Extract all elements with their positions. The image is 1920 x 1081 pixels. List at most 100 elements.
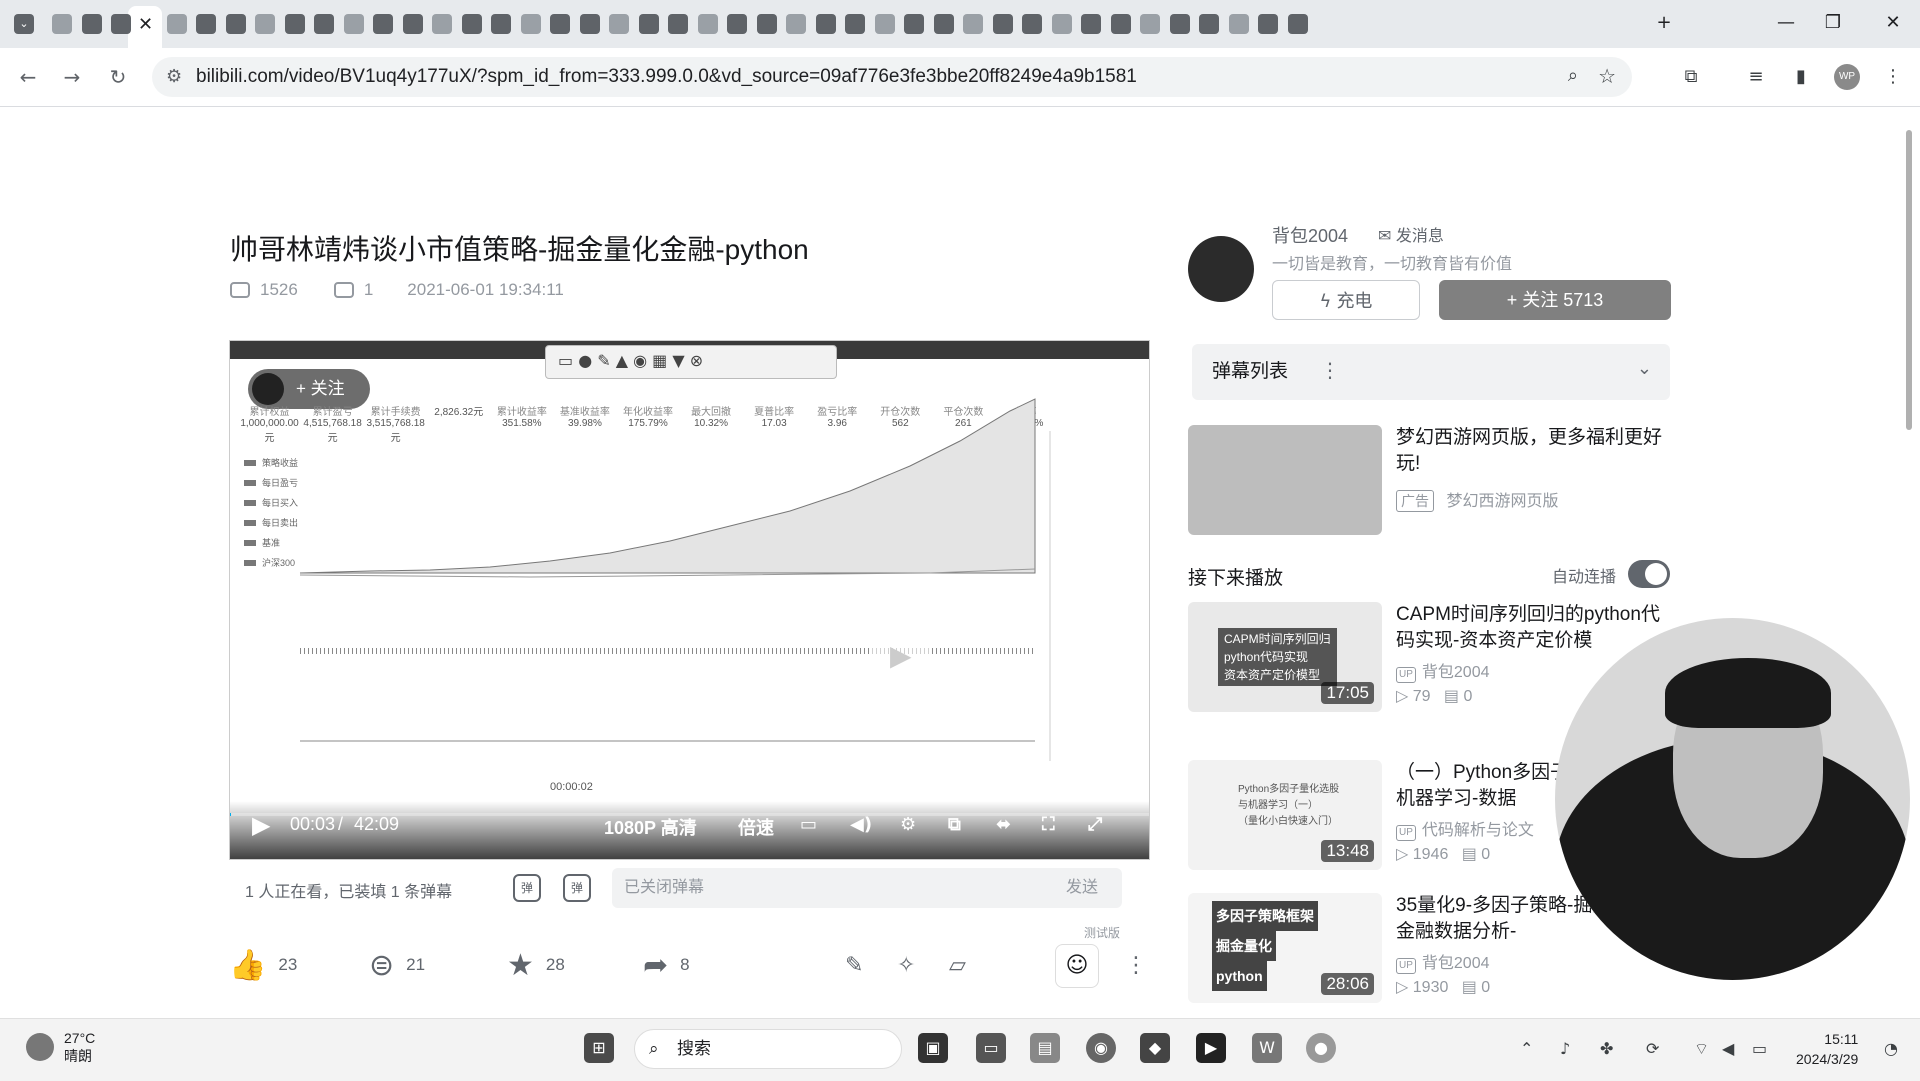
- settings-icon[interactable]: ⚙: [900, 814, 916, 835]
- speaker-icon[interactable]: ◀: [1722, 1039, 1734, 1058]
- taskbar-search[interactable]: ⌕ 搜索: [634, 1029, 902, 1069]
- reload-icon[interactable]: ↻: [104, 63, 132, 91]
- tab-icon[interactable]: [697, 14, 718, 34]
- new-tab-button[interactable]: +: [1651, 10, 1677, 36]
- tab-icon[interactable]: [727, 14, 747, 34]
- chevron-up-icon[interactable]: ⌃: [1520, 1039, 1533, 1058]
- terminal-app-icon[interactable]: ▭: [976, 1033, 1006, 1063]
- volume-icon[interactable]: ◀): [850, 814, 872, 835]
- note-icon[interactable]: ✎: [845, 940, 863, 990]
- tab-icon[interactable]: [432, 14, 452, 34]
- clock[interactable]: 15:11 2024/3/29: [1796, 1029, 1858, 1069]
- follow-button[interactable]: + 关注 5713: [1439, 280, 1671, 320]
- tab-icon[interactable]: [491, 14, 511, 34]
- ad-title[interactable]: 梦幻西游网页版，更多福利更好玩!: [1396, 425, 1672, 477]
- center-play-overlay[interactable]: ▶: [870, 625, 932, 687]
- profile-avatar[interactable]: WP: [1834, 64, 1860, 90]
- zoom-icon[interactable]: ⌕: [1568, 65, 1578, 86]
- video-player[interactable]: ▭ ● ✎ ▲ ◉ ▦ ▼ ⊗ + 关注 累计权益 1,000,000.00元 累计…: [229, 340, 1150, 860]
- tab-icon[interactable]: [668, 14, 688, 34]
- tab-icon[interactable]: [314, 14, 334, 34]
- tab-icon[interactable]: [284, 14, 305, 34]
- chrome-icon[interactable]: ◉: [1086, 1033, 1116, 1063]
- rec-author[interactable]: UP 背包2004: [1396, 949, 1490, 974]
- forward-icon[interactable]: →: [58, 63, 86, 91]
- minimize-icon[interactable]: —: [1773, 10, 1799, 36]
- tab-icon[interactable]: [609, 14, 629, 34]
- restore-icon[interactable]: ❐: [1820, 10, 1846, 36]
- menu-icon[interactable]: ⋮: [1880, 64, 1906, 90]
- uploader-avatar[interactable]: [1188, 236, 1254, 302]
- tab-icon[interactable]: [1140, 14, 1160, 34]
- more-icon[interactable]: ⋮: [1125, 940, 1147, 990]
- wps-icon[interactable]: W: [1252, 1033, 1282, 1063]
- rec-title[interactable]: CAPM时间序列回归的python代码实现-资本资产定价模: [1396, 602, 1672, 654]
- like-button[interactable]: 👍 23: [229, 940, 297, 990]
- tab-icon[interactable]: [520, 14, 541, 34]
- address-bar[interactable]: ⚙ bilibili.com/video/BV1uq4y177uX/?spm_i…: [152, 57, 1632, 97]
- battery-icon[interactable]: ▭: [1752, 1039, 1767, 1058]
- tray-app-icon[interactable]: ✤: [1600, 1039, 1613, 1058]
- coin-button[interactable]: ⊜ 21: [369, 940, 425, 990]
- media-control-icon[interactable]: ≡: [1743, 64, 1769, 90]
- recorder-icon[interactable]: ●: [1306, 1033, 1336, 1063]
- tab-icon[interactable]: [402, 14, 423, 34]
- send-button[interactable]: 发送: [1042, 868, 1122, 908]
- app-icon[interactable]: ◆: [1140, 1033, 1170, 1063]
- tab-icon[interactable]: [343, 14, 364, 34]
- charge-button[interactable]: ϟ 充电: [1272, 280, 1420, 320]
- tab-icon[interactable]: [81, 14, 102, 34]
- web-fullscreen-icon[interactable]: ⛶: [1042, 814, 1055, 835]
- microphone-icon[interactable]: ♪: [1560, 1039, 1570, 1058]
- tab-icon[interactable]: [933, 14, 954, 34]
- fullscreen-icon[interactable]: ⤢: [1088, 814, 1102, 835]
- quality-button[interactable]: 1080P 高清: [604, 814, 697, 840]
- tab-icon[interactable]: [992, 14, 1013, 34]
- message-link[interactable]: ✉ 发消息: [1378, 222, 1444, 246]
- tab-icon[interactable]: [255, 14, 275, 34]
- tab-icon[interactable]: [579, 14, 600, 34]
- danmaku-list-more-icon[interactable]: ⋮: [1320, 358, 1340, 382]
- back-icon[interactable]: ←: [14, 63, 42, 91]
- tab-icon[interactable]: [638, 14, 659, 34]
- scrollbar-thumb[interactable]: [1906, 130, 1912, 430]
- wifi-icon[interactable]: ⌔: [1694, 1039, 1709, 1059]
- tab-icon[interactable]: [550, 14, 570, 34]
- tab-icon[interactable]: [756, 14, 777, 34]
- tab-icon[interactable]: [1051, 14, 1072, 34]
- favorite-button[interactable]: ★ 28: [507, 940, 565, 990]
- tab-icon[interactable]: [815, 14, 836, 34]
- tab-icon[interactable]: [1199, 14, 1219, 34]
- danmaku-settings-icon[interactable]: 弹: [563, 874, 591, 902]
- autoplay-toggle[interactable]: [1628, 560, 1670, 588]
- window-close-icon[interactable]: ✕: [1880, 10, 1906, 36]
- chevron-down-icon[interactable]: ⌄: [1637, 358, 1652, 379]
- tab-icon[interactable]: [845, 14, 865, 34]
- tab-icon[interactable]: [1081, 14, 1101, 34]
- side-panel-icon[interactable]: ▮: [1788, 64, 1814, 90]
- notification-icon[interactable]: ◔: [1884, 1039, 1898, 1058]
- pip-icon[interactable]: ⧉: [948, 814, 961, 835]
- tab-icon[interactable]: [166, 14, 187, 34]
- console-icon[interactable]: ▶: [1196, 1033, 1226, 1063]
- active-tab[interactable]: ✕: [128, 6, 162, 48]
- tab-icon[interactable]: [1228, 14, 1249, 34]
- ad-thumbnail[interactable]: [1188, 425, 1382, 535]
- rec-author[interactable]: UP 背包2004: [1396, 658, 1490, 683]
- uploader-name[interactable]: 背包2004: [1272, 222, 1348, 248]
- extensions-icon[interactable]: ⧉: [1678, 64, 1704, 90]
- rec-thumbnail[interactable]: CAPM时间序列回归 python代码实现 资本资产定价模型 17:05: [1188, 602, 1382, 712]
- rec-thumbnail[interactable]: 多因子策略框架 掘金量化 python 28:06: [1188, 893, 1382, 1003]
- tab-icon[interactable]: [225, 14, 246, 34]
- file-explorer-icon[interactable]: ▤: [1030, 1033, 1060, 1063]
- tab-icon[interactable]: [196, 14, 216, 34]
- task-view-icon[interactable]: ▣: [918, 1033, 948, 1063]
- rec-author[interactable]: UP 代码解析与论文: [1396, 816, 1534, 841]
- widescreen-icon[interactable]: ⬌: [996, 814, 1011, 835]
- tray-sync-icon[interactable]: ⟳: [1646, 1039, 1659, 1058]
- tab-icon[interactable]: [1258, 14, 1278, 34]
- danmaku-list-panel[interactable]: 弹幕列表 ⋮ ⌄: [1192, 344, 1670, 400]
- tab-icon[interactable]: [1110, 14, 1131, 34]
- tab-icon[interactable]: [874, 14, 895, 34]
- tab-search-icon[interactable]: ⌄: [14, 14, 34, 34]
